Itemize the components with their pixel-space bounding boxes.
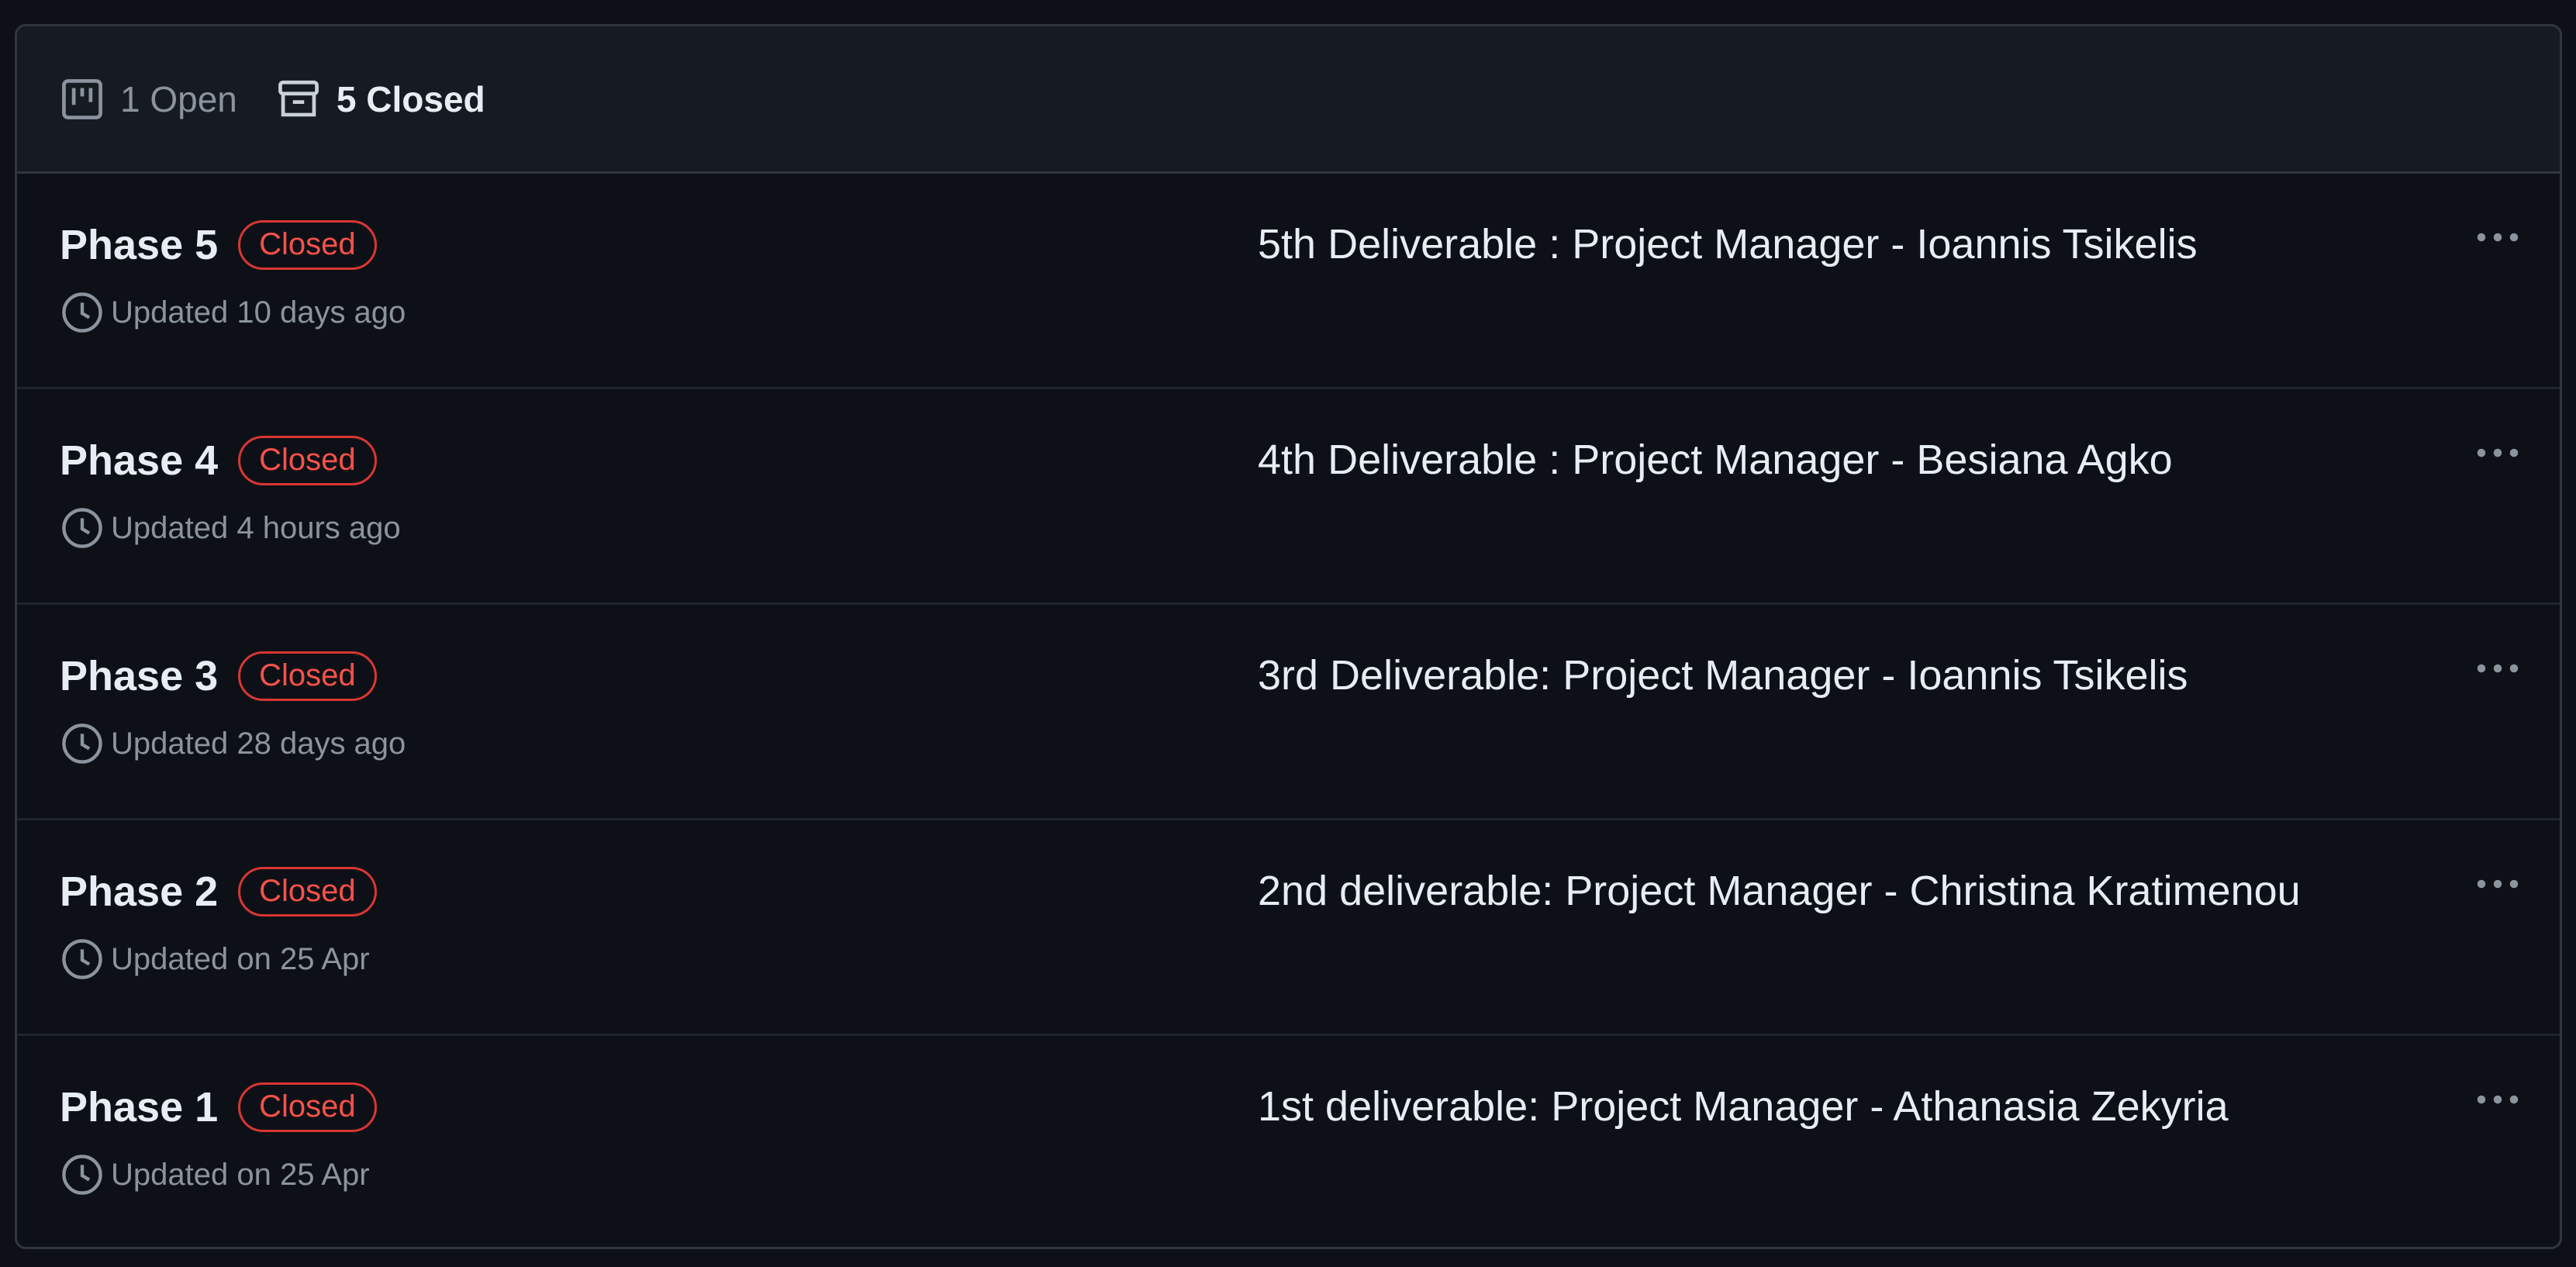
milestone-title-link[interactable]: Phase 3 [60,652,218,700]
milestone-updated: Updated 10 days ago [60,290,406,335]
kebab-horizontal-icon [2477,1095,2519,1104]
status-badge: Closed [238,220,377,270]
closed-count-label: 5 Closed [336,78,485,119]
status-badge: Closed [238,651,377,701]
clock-icon [60,721,105,766]
milestone-title-line: Phase 4 Closed [60,436,377,485]
clock-icon [60,937,105,982]
status-badge: Closed [238,1082,377,1132]
closed-milestones-tab[interactable]: 5 Closed [276,77,485,122]
clock-icon [60,290,105,335]
milestone-list: Phase 5 Closed Updated 10 days ago 5th D… [17,174,2560,1247]
milestones-header: 1 Open 5 Closed [17,26,2560,174]
milestone-updated: Updated on 25 Apr [60,1152,370,1197]
kebab-horizontal-icon [2477,233,2519,242]
updated-text: Updated 4 hours ago [111,510,401,545]
more-options-button[interactable] [2467,1076,2529,1123]
kebab-horizontal-icon [2477,879,2519,889]
more-options-button[interactable] [2467,861,2529,907]
clock-icon [60,1152,105,1197]
milestone-description: 5th Deliverable : Project Manager - Ioan… [1258,221,2198,268]
milestone-row: Phase 5 Closed Updated 10 days ago 5th D… [17,174,2560,389]
milestone-row: Phase 4 Closed Updated 4 hours ago 4th D… [17,389,2560,605]
milestone-title-link[interactable]: Phase 4 [60,437,218,485]
clock-icon [60,506,105,551]
milestone-title-line: Phase 5 Closed [60,220,377,270]
milestone-title-line: Phase 3 Closed [60,651,377,701]
milestone-row: Phase 2 Closed Updated on 25 Apr 2nd del… [17,820,2560,1036]
project-board-icon [60,77,105,122]
milestone-row: Phase 1 Closed Updated on 25 Apr 1st del… [17,1036,2560,1247]
kebab-horizontal-icon [2477,664,2519,673]
more-options-button[interactable] [2467,645,2529,692]
milestone-updated: Updated on 25 Apr [60,937,370,982]
status-badge: Closed [238,867,377,917]
milestone-updated: Updated 4 hours ago [60,506,401,551]
updated-text: Updated 28 days ago [111,726,406,761]
milestone-description: 2nd deliverable: Project Manager - Chris… [1258,868,2301,914]
updated-text: Updated on 25 Apr [111,1157,370,1192]
milestone-title-link[interactable]: Phase 2 [60,868,218,916]
milestone-title-line: Phase 2 Closed [60,867,377,917]
updated-text: Updated 10 days ago [111,295,406,330]
archive-box-icon [276,77,321,122]
open-milestones-tab[interactable]: 1 Open [60,77,237,122]
more-options-button[interactable] [2467,430,2529,476]
milestones-panel: 1 Open 5 Closed Phase 5 Closed Updated 1… [15,24,2562,1249]
status-badge: Closed [238,436,377,485]
milestone-title-line: Phase 1 Closed [60,1082,377,1132]
milestone-updated: Updated 28 days ago [60,721,406,766]
kebab-horizontal-icon [2477,448,2519,457]
updated-text: Updated on 25 Apr [111,941,370,976]
milestone-title-link[interactable]: Phase 5 [60,221,218,269]
milestone-description: 1st deliverable: Project Manager - Athan… [1258,1083,2229,1130]
more-options-button[interactable] [2467,214,2529,261]
milestone-row: Phase 3 Closed Updated 28 days ago 3rd D… [17,605,2560,820]
milestone-title-link[interactable]: Phase 1 [60,1083,218,1131]
open-count-label: 1 Open [120,78,237,119]
milestone-description: 3rd Deliverable: Project Manager - Ioann… [1258,652,2188,699]
milestone-description: 4th Deliverable : Project Manager - Besi… [1258,437,2173,483]
